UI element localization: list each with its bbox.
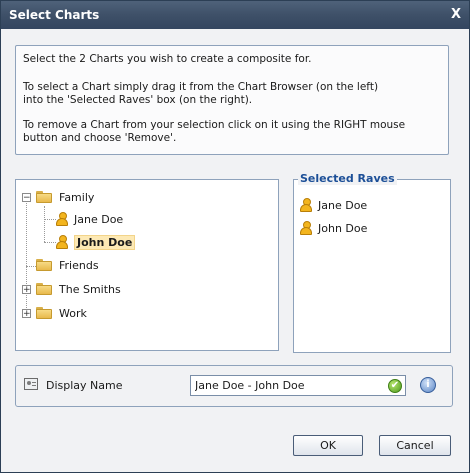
- folder-icon: [36, 191, 52, 203]
- tree-connector-friends: [26, 266, 36, 267]
- chart-browser-tree[interactable]: − Family Jane Doe John Doe Friends + The…: [15, 179, 279, 351]
- tree-connector-jane: [44, 219, 56, 220]
- info-icon[interactable]: i: [420, 377, 436, 393]
- valid-check-icon: ✔: [388, 379, 402, 393]
- tree-item-label-selected: John Doe: [74, 234, 136, 250]
- tree-item-label: Work: [59, 306, 87, 320]
- work-expand-toggle[interactable]: +: [22, 309, 31, 319]
- ok-button[interactable]: OK: [293, 435, 363, 456]
- folder-icon: [36, 259, 52, 271]
- instruction-line-2: To select a Chart simply drag it from th…: [23, 81, 379, 93]
- tree-item-friends[interactable]: Friends: [36, 256, 99, 274]
- tree-item-label: Friends: [59, 258, 99, 272]
- tree-item-family[interactable]: Family: [36, 188, 94, 206]
- selected-item-jane-doe[interactable]: Jane Doe: [300, 196, 367, 214]
- instruction-line-1: Select the 2 Charts you wish to create a…: [23, 53, 312, 65]
- tree-item-label: Jane Doe: [74, 212, 124, 226]
- tree-connector-family: [44, 206, 45, 242]
- tree-connector-root: [26, 196, 27, 314]
- display-name-input[interactable]: [190, 375, 406, 396]
- person-icon: [56, 211, 68, 227]
- instruction-line-3: into the 'Selected Raves' box (on the ri…: [23, 94, 253, 106]
- person-icon: [300, 220, 312, 236]
- display-name-label: Display Name: [46, 379, 123, 392]
- folder-icon: [36, 307, 52, 319]
- tree-item-the-smiths[interactable]: The Smiths: [36, 280, 121, 298]
- cancel-button[interactable]: Cancel: [379, 435, 451, 456]
- instruction-line-5: button and choose 'Remove'.: [23, 132, 177, 144]
- tree-item-label: Family: [59, 190, 95, 204]
- selected-item-label: John Doe: [318, 221, 368, 235]
- selected-item-label: Jane Doe: [318, 198, 368, 212]
- instructions-panel: Select the 2 Charts you wish to create a…: [15, 45, 449, 155]
- family-collapse-toggle[interactable]: −: [22, 193, 31, 203]
- display-name-panel: Display Name ✔ i: [15, 365, 453, 407]
- selected-raves-legend: Selected Raves: [298, 172, 397, 185]
- title-bar: Select Charts X: [1, 1, 469, 29]
- close-icon[interactable]: X: [451, 7, 461, 22]
- tree-item-john-doe[interactable]: John Doe: [56, 233, 136, 251]
- tree-item-label: The Smiths: [59, 282, 121, 296]
- person-icon: [300, 197, 312, 213]
- selected-raves-box[interactable]: Selected Raves Jane Doe John Doe: [293, 172, 451, 353]
- tree-item-work[interactable]: Work: [36, 304, 87, 322]
- select-charts-dialog: Select Charts X Select the 2 Charts you …: [0, 0, 470, 473]
- selected-item-john-doe[interactable]: John Doe: [300, 219, 367, 237]
- tree-connector-john: [44, 242, 56, 243]
- folder-icon: [36, 283, 52, 295]
- person-icon: [56, 234, 68, 250]
- dialog-title: Select Charts: [9, 8, 100, 22]
- tree-item-jane-doe[interactable]: Jane Doe: [56, 210, 123, 228]
- instruction-line-4: To remove a Chart from your selection cl…: [23, 119, 406, 131]
- smiths-expand-toggle[interactable]: +: [22, 285, 31, 295]
- id-card-icon: [24, 378, 38, 390]
